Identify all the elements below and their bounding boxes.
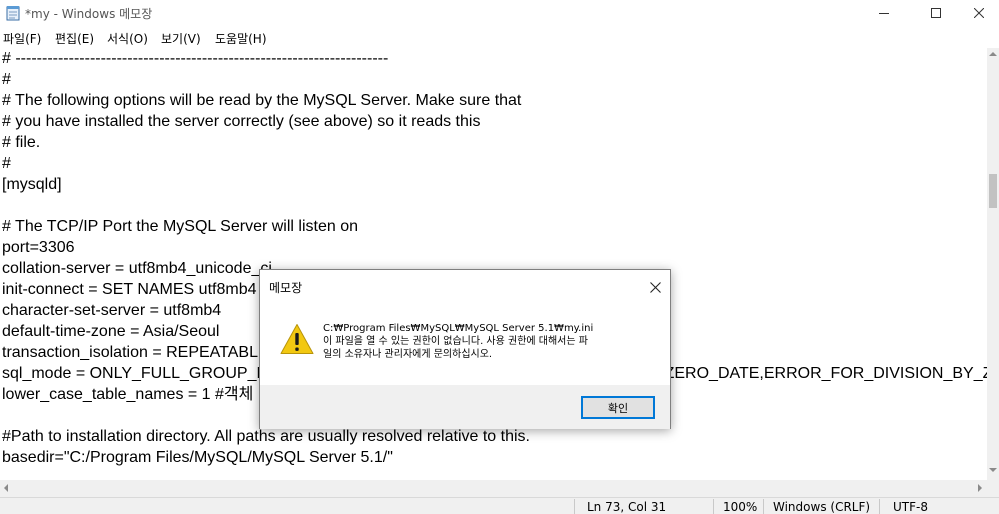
maximize-button[interactable]: [913, 0, 959, 26]
scroll-down-icon[interactable]: [989, 468, 997, 472]
status-divider: [574, 499, 575, 514]
vertical-scrollbar[interactable]: [987, 48, 999, 480]
menu-file[interactable]: 파일(F): [3, 30, 41, 47]
editor-line: collation-server = utf8mb4_unicode_ci: [2, 260, 272, 277]
minimize-button[interactable]: [861, 0, 907, 26]
editor-line: #: [2, 155, 11, 172]
editor-line: init-connect = SET NAMES utf8mb4: [2, 281, 257, 298]
editor-line: # file.: [2, 134, 41, 151]
window-title: *my - Windows 메모장: [25, 7, 153, 21]
dialog-message: C:₩Program Files₩MySQL₩MySQL Server 5.1₩…: [323, 323, 594, 360]
editor-line: #: [2, 71, 11, 88]
horizontal-scrollbar[interactable]: [0, 480, 987, 497]
encoding: UTF-8: [893, 500, 928, 514]
title-bar: *my - Windows 메모장: [0, 0, 999, 26]
editor-line: # you have installed the server correctl…: [2, 113, 481, 130]
dialog-close-button[interactable]: [641, 276, 669, 298]
zoom-level: 100%: [723, 500, 758, 514]
minimize-icon: [879, 13, 889, 14]
status-divider: [763, 499, 764, 514]
menu-edit[interactable]: 편집(E): [55, 30, 94, 47]
notepad-icon: [6, 6, 20, 21]
menu-view[interactable]: 보기(V): [161, 30, 201, 47]
editor-line: # --------------------------------------…: [2, 50, 389, 67]
scroll-left-icon[interactable]: [4, 484, 8, 492]
warning-icon: [280, 324, 314, 354]
cursor-position: Ln 73, Col 31: [587, 500, 667, 514]
editor-line: lower_case_table_names = 1 #객체: [2, 386, 254, 403]
dialog-footer: 확인: [260, 385, 670, 429]
editor-line: character-set-server = utf8mb4: [2, 302, 222, 319]
line-ending: Windows (CRLF): [773, 500, 871, 514]
editor-line: # The following options will be read by …: [2, 92, 522, 109]
dialog-title: 메모장: [269, 281, 303, 295]
editor-line: basedir="C:/Program Files/MySQL/MySQL Se…: [2, 449, 393, 466]
status-bar: Ln 73, Col 31 100% Windows (CRLF) UTF-8: [0, 497, 999, 514]
vertical-scroll-thumb[interactable]: [989, 174, 997, 208]
status-divider: [879, 499, 880, 514]
editor-line: default-time-zone = Asia/Seoul: [2, 323, 220, 340]
editor-line: #Path to installation directory. All pat…: [2, 428, 530, 445]
scroll-up-icon[interactable]: [989, 52, 997, 56]
scrollbar-corner: [987, 480, 999, 497]
editor-line: # The TCP/IP Port the MySQL Server will …: [2, 218, 358, 235]
menu-bar: 파일(F) 편집(E) 서식(O) 보기(V) 도움말(H): [0, 26, 999, 48]
ok-button[interactable]: 확인: [581, 396, 655, 419]
menu-help[interactable]: 도움말(H): [215, 30, 267, 47]
editor-line: port=3306: [2, 239, 75, 256]
status-divider: [713, 499, 714, 514]
maximize-icon: [931, 8, 941, 18]
menu-format[interactable]: 서식(O): [107, 30, 148, 47]
close-icon: [649, 281, 661, 293]
permission-error-dialog: 메모장 C:₩Program Files₩MySQL₩MySQL Server …: [259, 269, 671, 429]
close-button[interactable]: [959, 0, 999, 26]
editor-line: [mysqld]: [2, 176, 62, 193]
scroll-right-icon[interactable]: [978, 484, 982, 492]
close-icon: [974, 8, 984, 18]
